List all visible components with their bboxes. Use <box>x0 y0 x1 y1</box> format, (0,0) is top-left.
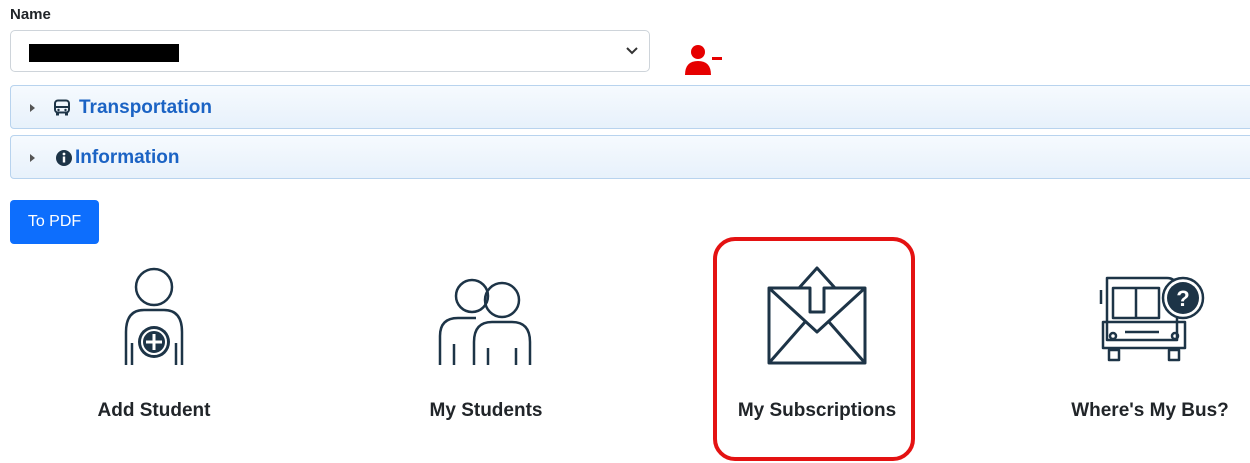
tile-my-students[interactable]: My Students <box>376 260 596 421</box>
tile-wheres-my-bus[interactable]: ? Where's My Bus? <box>1040 260 1250 421</box>
svg-text:?: ? <box>1176 286 1189 311</box>
to-pdf-button[interactable]: To PDF <box>10 200 99 244</box>
chevron-down-icon <box>626 47 638 55</box>
caret-right-icon <box>30 154 35 162</box>
accordion-information[interactable]: Information <box>10 135 1250 179</box>
name-select[interactable] <box>10 30 650 72</box>
two-people-icon <box>438 278 532 365</box>
highlight-box <box>713 237 915 461</box>
caret-right-icon <box>30 104 35 112</box>
info-circle-icon <box>56 150 72 166</box>
bus-question-icon: ? <box>1099 276 1205 362</box>
person-plus-icon <box>124 267 184 365</box>
tile-add-student[interactable]: Add Student <box>44 260 264 421</box>
bus-icon <box>54 99 70 116</box>
tile-label: Add Student <box>97 400 211 421</box>
accordion-title: Transportation <box>79 97 213 118</box>
user-minus-icon[interactable] <box>684 44 724 76</box>
tile-label: Where's My Bus? <box>1071 400 1229 421</box>
accordion-title: Information <box>75 147 180 168</box>
redacted-name-value <box>29 44 179 62</box>
name-label: Name <box>10 6 51 23</box>
tile-label: My Students <box>429 400 543 421</box>
accordion-transportation[interactable]: Transportation <box>10 85 1250 129</box>
